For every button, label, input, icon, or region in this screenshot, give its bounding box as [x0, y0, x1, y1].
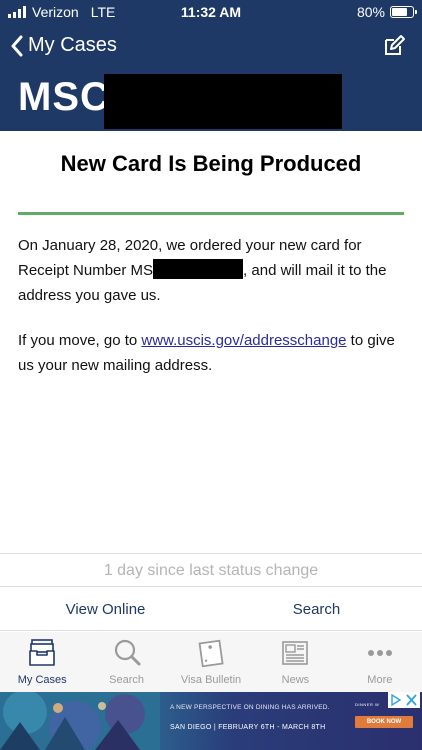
status-title: New Card Is Being Produced	[60, 151, 362, 176]
nav-bar: My Cases	[0, 30, 422, 66]
redaction-box-inline	[153, 259, 244, 279]
address-change-link[interactable]: www.uscis.gov/addresschange	[141, 332, 346, 349]
tab-label: My Cases	[17, 674, 67, 686]
action-row: View Online Search	[0, 588, 422, 631]
redaction-box	[104, 74, 342, 129]
status-bar: Verizon LTE 11:32 AM 80%	[0, 0, 422, 24]
status-divider	[18, 212, 404, 215]
status-bar-right: 80%	[356, 4, 417, 20]
tab-label: Search	[109, 674, 145, 686]
tab-label: News	[281, 674, 310, 686]
tab-search[interactable]: Search	[84, 632, 168, 692]
more-icon	[367, 650, 392, 656]
tab-bar: My Cases Search Visa Bulletin News More	[0, 632, 422, 692]
ad-headline: A NEW PERSPECTIVE ON DINING HAS ARRIVED.	[170, 704, 330, 711]
tab-label: More	[367, 674, 393, 686]
edit-icon[interactable]	[382, 34, 406, 58]
address-change-note: If you move, go to www.uscis.gov/address…	[18, 328, 404, 378]
ad-close-button[interactable]	[388, 692, 420, 708]
note-text-part-1: If you move, go to	[18, 332, 142, 349]
search-button[interactable]: Search	[211, 588, 422, 631]
news-icon	[282, 641, 309, 665]
receipt-number: MSC	[18, 75, 110, 119]
search-icon	[114, 639, 141, 666]
tab-label: Visa Bulletin	[180, 674, 242, 686]
tab-my-cases[interactable]: My Cases	[0, 632, 84, 692]
chevron-left-icon	[11, 35, 23, 56]
status-description: On January 28, 2020, we ordered your new…	[18, 233, 404, 308]
back-label: My Cases	[28, 34, 117, 56]
tab-news[interactable]: News	[253, 632, 337, 692]
ad-dates: SAN DIEGO | FEBRUARY 6TH - MARCH 8TH	[170, 724, 326, 731]
back-button[interactable]: My Cases	[10, 34, 117, 57]
book-now-button[interactable]: BOOK NOW	[355, 716, 413, 728]
tab-more[interactable]: More	[338, 632, 422, 692]
ad-artwork	[0, 692, 160, 750]
ad-banner[interactable]: A NEW PERSPECTIVE ON DINING HAS ARRIVED.…	[0, 692, 422, 750]
inbox-icon	[29, 639, 56, 666]
tab-visa-bulletin[interactable]: Visa Bulletin	[169, 632, 253, 692]
bulletin-icon	[198, 639, 224, 668]
last-change-info: 1 day since last status change	[0, 553, 422, 587]
battery-percent: 80%	[356, 4, 385, 20]
ad-choices-close-icon	[391, 693, 417, 707]
view-online-button[interactable]: View Online	[0, 588, 211, 631]
app-header: Verizon LTE 11:32 AM 80% My Cases MSC	[0, 0, 422, 131]
battery-icon	[390, 6, 417, 18]
ad-brand: DINNER W	[355, 702, 380, 707]
